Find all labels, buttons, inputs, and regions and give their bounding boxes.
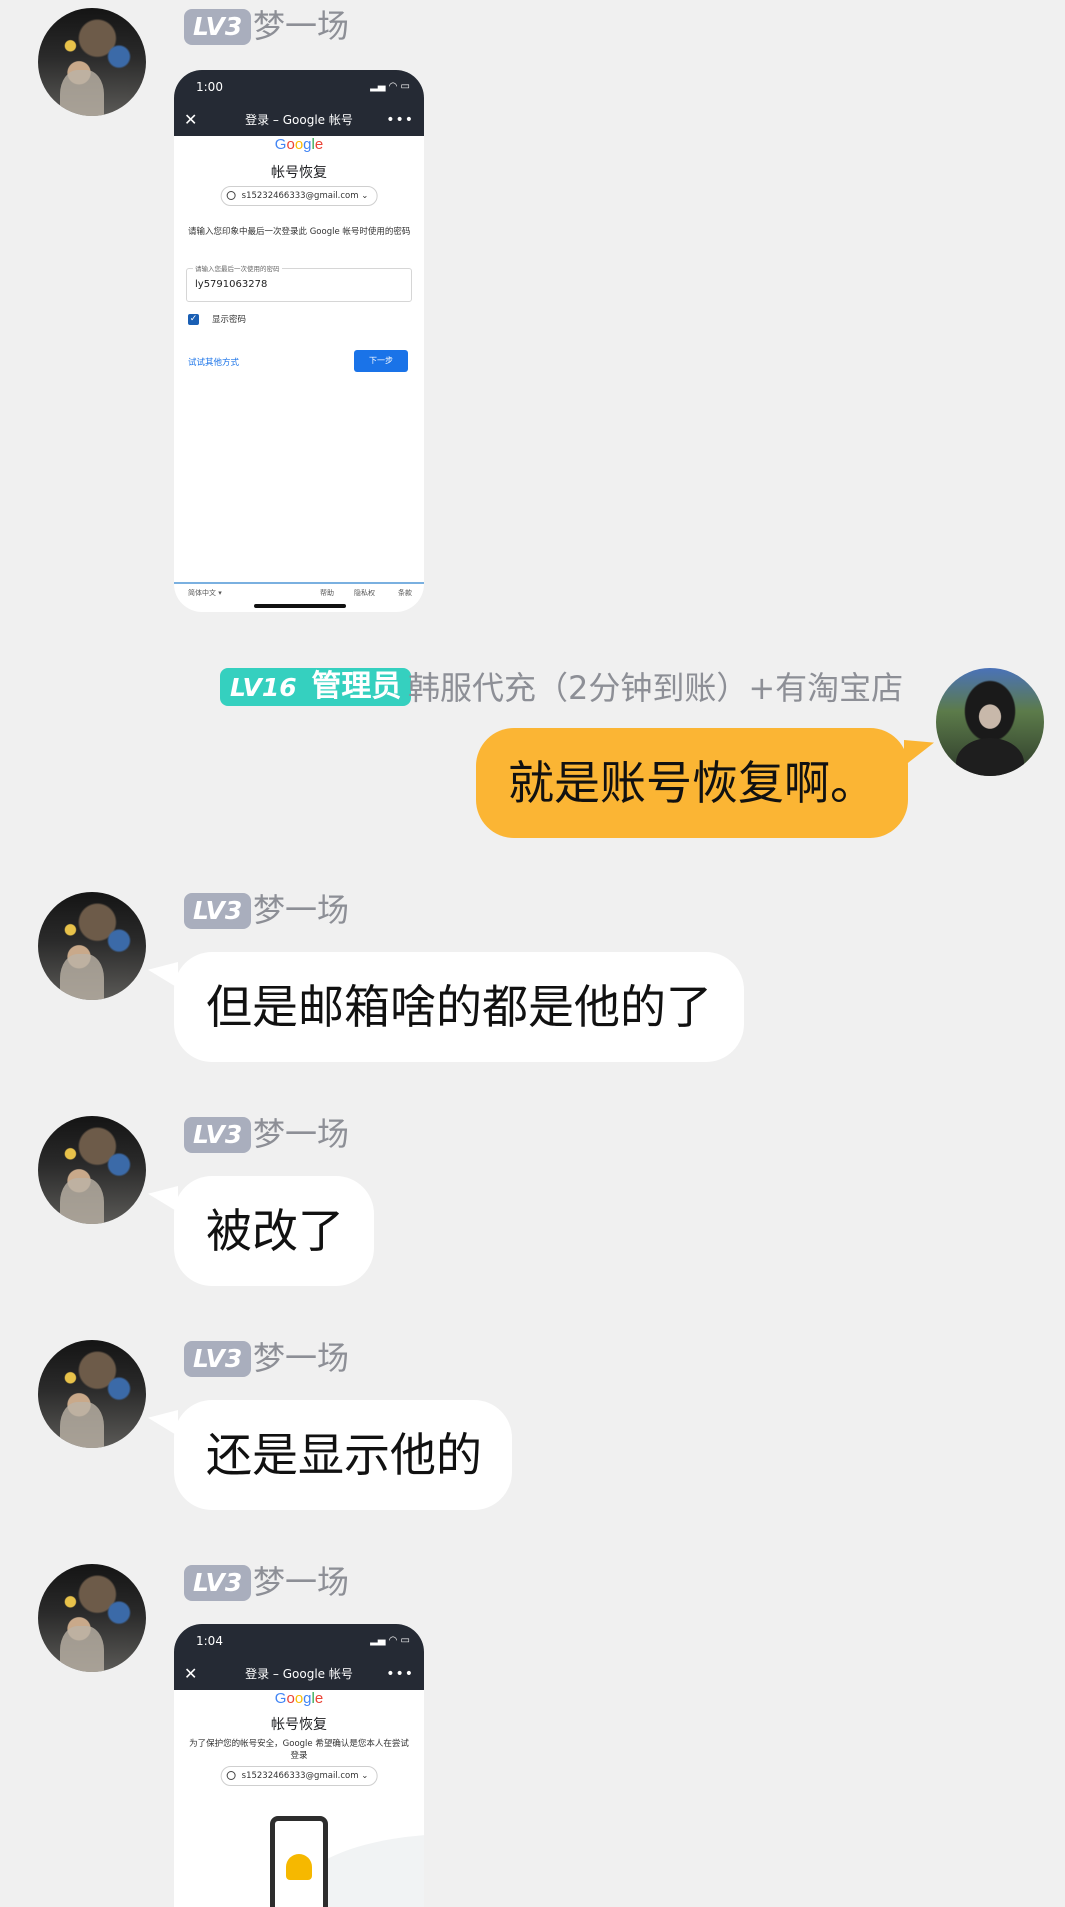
checkbox-icon: ✓ (188, 314, 199, 325)
admin-badge: LV16 管理员 (220, 668, 412, 706)
admin-role: 管理员 (311, 669, 402, 704)
email-text: s15232466333@gmail.com (241, 191, 359, 201)
sender-name[interactable]: 梦一场 (253, 6, 349, 46)
password-prompt: 请输入您印象中最后一次登录此 Google 帐号时使用的密码 (188, 227, 411, 237)
bell-icon (286, 1854, 312, 1880)
sender-name[interactable]: 梦一场 (253, 1562, 349, 1602)
footer-terms: 条款 (398, 589, 412, 597)
avatar[interactable] (38, 892, 146, 1000)
google-logo: Google (274, 1690, 324, 1707)
bubble-tail (904, 740, 934, 766)
message-bubble-self[interactable]: 就是账号恢复啊。 (476, 728, 908, 838)
status-time: 1:04 (196, 1634, 223, 1648)
home-indicator (254, 604, 346, 608)
password-value: ly5791063278 (195, 279, 268, 290)
show-password-label: 显示密码 (212, 315, 247, 325)
status-bar: 1:00 ▂▄ ◠ ▭ (174, 70, 424, 104)
next-button: 下一步 (354, 350, 408, 372)
more-icon: ••• (386, 1666, 414, 1682)
close-icon: ✕ (184, 110, 198, 129)
sender-name[interactable]: 梦一场 (253, 1114, 349, 1154)
footer-language: 简体中文 ▾ (188, 589, 222, 597)
try-other-link: 试试其他方式 (188, 358, 240, 368)
message-bubble[interactable]: 但是邮箱啥的都是他的了 (174, 952, 744, 1062)
password-field-label: 请输入您最后一次使用的密码 (193, 263, 282, 273)
level-badge: LV3 (184, 1117, 252, 1153)
recovery-heading: 帐号恢复 (271, 1717, 327, 1733)
browser-topbar: ✕ 登录 – Google 帐号 ••• (174, 1658, 424, 1690)
footer-divider (174, 582, 424, 584)
password-field: 请输入您最后一次使用的密码 ly5791063278 (186, 263, 412, 302)
message-bubble[interactable]: 还是显示他的 (174, 1400, 512, 1510)
sender-name[interactable]: 梦一场 (253, 890, 349, 930)
sender-name-self[interactable]: 韩服代充（2分钟到账）+有淘宝店 (408, 668, 903, 708)
admin-level: LV16 (230, 673, 297, 702)
image-message[interactable]: 1:00 ▂▄ ◠ ▭ ✕ 登录 – Google 帐号 ••• Google … (174, 70, 424, 612)
signal-wifi-battery-icon: ▂▄ ◠ ▭ (370, 1635, 410, 1646)
more-icon: ••• (386, 112, 414, 128)
level-badge: LV3 (184, 1341, 252, 1377)
browser-topbar: ✕ 登录 – Google 帐号 ••• (174, 104, 424, 136)
avatar[interactable] (38, 1564, 146, 1672)
footer-privacy: 隐私权 (354, 589, 375, 597)
level-badge: LV3 (184, 893, 252, 929)
status-bar: 1:04 ▂▄ ◠ ▭ (174, 1624, 424, 1658)
close-icon: ✕ (184, 1664, 198, 1683)
avatar[interactable] (38, 1116, 146, 1224)
avatar-self[interactable] (936, 668, 1044, 776)
email-chip: s15232466333@gmail.com ⌄ (220, 1766, 378, 1786)
page-title: 登录 – Google 帐号 (245, 1667, 353, 1681)
email-chip: s15232466333@gmail.com ⌄ (220, 186, 378, 206)
account-icon (226, 191, 236, 200)
page-title: 登录 – Google 帐号 (245, 113, 353, 127)
google-logo: Google (274, 136, 324, 153)
recovery-heading: 帐号恢复 (271, 165, 327, 181)
status-time: 1:00 (196, 80, 223, 94)
sender-name[interactable]: 梦一场 (253, 1338, 349, 1378)
message-bubble[interactable]: 被改了 (174, 1176, 374, 1286)
recovery-subtitle: 为了保护您的帐号安全，Google 希望确认是您本人在尝试登录 (189, 1739, 409, 1761)
signal-wifi-battery-icon: ▂▄ ◠ ▭ (370, 81, 410, 92)
level-badge: LV3 (184, 1565, 252, 1601)
account-icon (226, 1771, 236, 1780)
email-text: s15232466333@gmail.com (241, 1771, 359, 1781)
footer-language-text: 简体中文 (188, 589, 216, 597)
footer-help: 帮助 (320, 589, 334, 597)
level-badge: LV3 (184, 9, 252, 45)
avatar[interactable] (38, 8, 146, 116)
image-message[interactable]: 1:04 ▂▄ ◠ ▭ ✕ 登录 – Google 帐号 ••• Google … (174, 1624, 424, 1907)
avatar[interactable] (38, 1340, 146, 1448)
